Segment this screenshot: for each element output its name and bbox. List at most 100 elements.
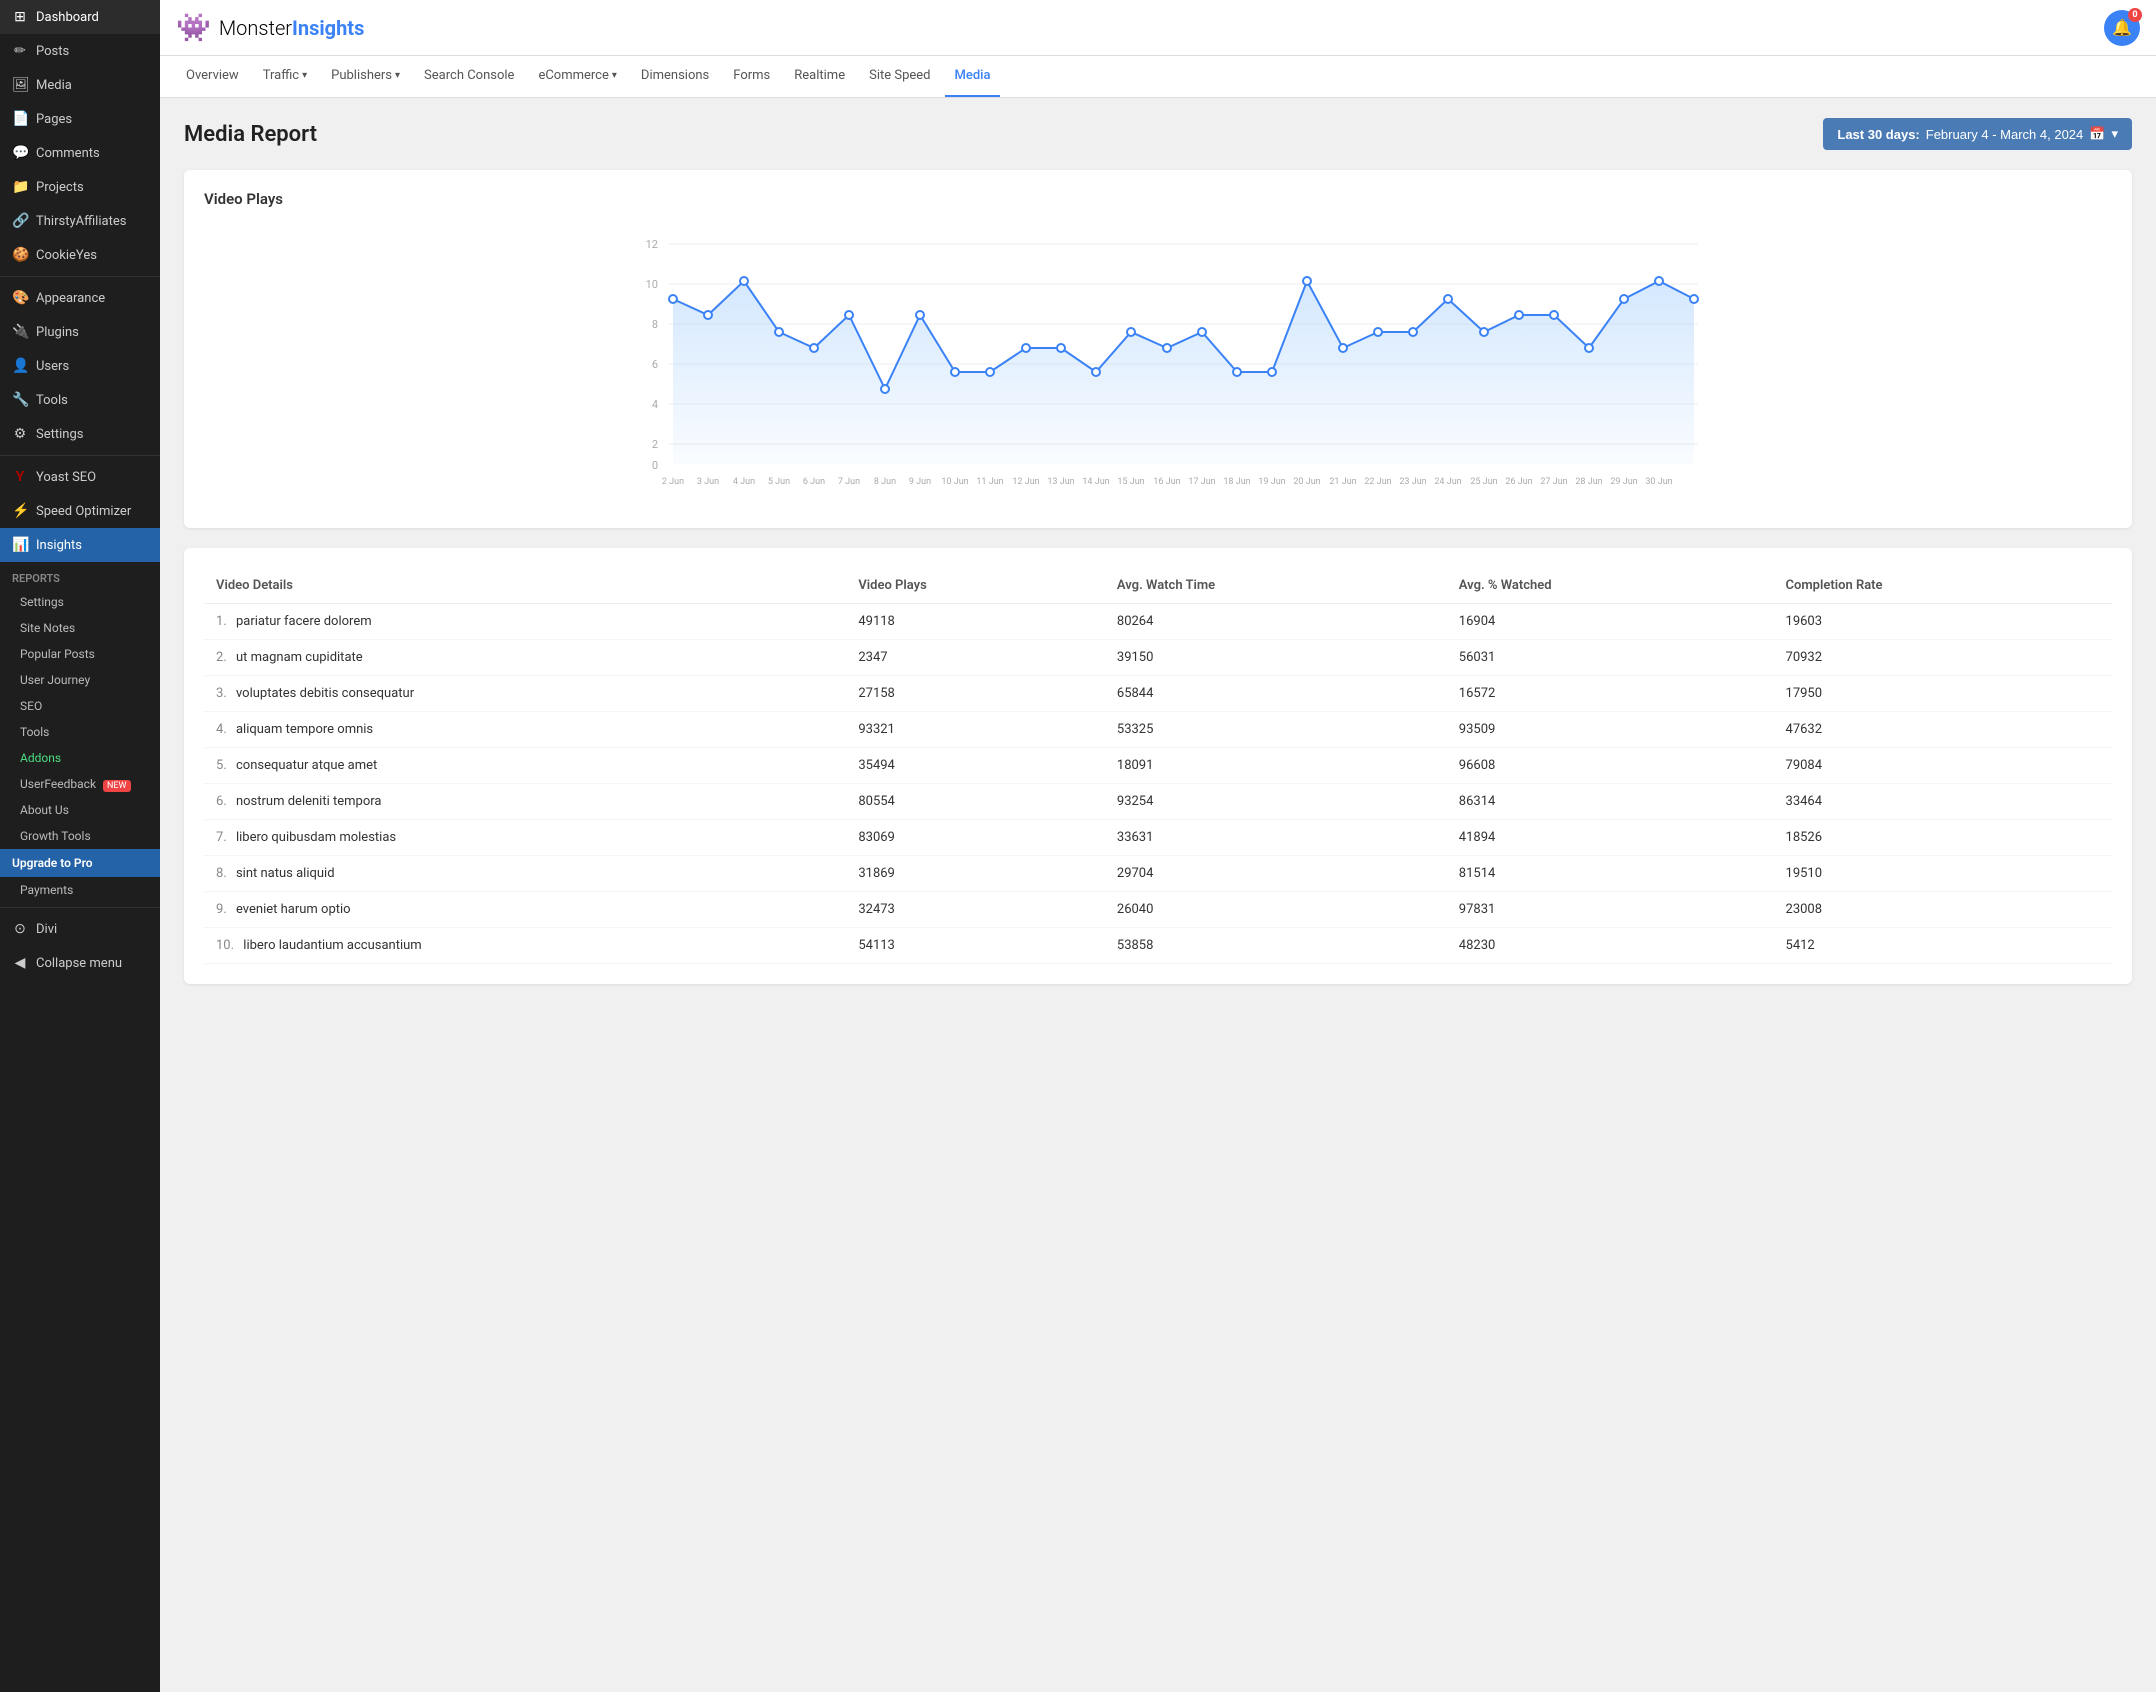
sidebar-item-media[interactable]: 🖼 Media [0, 68, 160, 102]
sidebar-sub-user-journey[interactable]: User Journey [0, 667, 160, 693]
sidebar-label-projects: Projects [36, 180, 84, 195]
sidebar-item-tools[interactable]: 🔧 Tools [0, 383, 160, 417]
cell-watch-time: 53325 [1105, 712, 1447, 748]
tab-dimensions-label: Dimensions [641, 68, 709, 83]
report-title: Media Report [184, 122, 317, 147]
divi-icon: ⊙ [12, 921, 28, 937]
tab-dimensions[interactable]: Dimensions [631, 56, 719, 97]
sidebar-item-posts[interactable]: ✏ Posts [0, 34, 160, 68]
sidebar-label-dashboard: Dashboard [36, 10, 99, 25]
tab-media[interactable]: Media [945, 56, 1001, 97]
notification-badge: 0 [2128, 8, 2142, 22]
sidebar-sub-popular-posts[interactable]: Popular Posts [0, 641, 160, 667]
tab-publishers[interactable]: Publishers ▾ [321, 56, 410, 97]
table-row: 4. aliquam tempore omnis 93321 53325 935… [204, 712, 2112, 748]
svg-text:10: 10 [646, 278, 658, 291]
sidebar-sub-settings[interactable]: Settings [0, 589, 160, 615]
sidebar-item-insights[interactable]: 📊 Insights [0, 528, 160, 562]
tab-realtime[interactable]: Realtime [784, 56, 855, 97]
cell-pct-watched: 86314 [1447, 784, 1774, 820]
sidebar-payments[interactable]: Payments [0, 877, 160, 903]
svg-text:23 Jun: 23 Jun [1399, 477, 1426, 487]
cell-completion: 70932 [1774, 640, 2112, 676]
tab-overview-label: Overview [186, 68, 239, 83]
tab-overview[interactable]: Overview [176, 56, 249, 97]
sidebar-item-dashboard[interactable]: ⊞ Dashboard [0, 0, 160, 34]
tools-icon: 🔧 [12, 392, 28, 408]
svg-text:6 Jun: 6 Jun [803, 477, 825, 487]
svg-text:28 Jun: 28 Jun [1575, 477, 1602, 487]
sidebar-sub-growth-tools[interactable]: Growth Tools [0, 823, 160, 849]
sidebar-item-pages[interactable]: 📄 Pages [0, 102, 160, 136]
sidebar-item-divi[interactable]: ⊙ Divi [0, 912, 160, 946]
row-number: 3. [216, 686, 227, 701]
sidebar-upgrade-pro[interactable]: Upgrade to Pro [0, 849, 160, 877]
svg-text:7 Jun: 7 Jun [838, 477, 860, 487]
cell-completion: 47632 [1774, 712, 2112, 748]
sidebar-item-projects[interactable]: 📁 Projects [0, 170, 160, 204]
svg-text:24 Jun: 24 Jun [1434, 477, 1461, 487]
svg-text:26 Jun: 26 Jun [1505, 477, 1532, 487]
tab-traffic[interactable]: Traffic ▾ [253, 56, 317, 97]
notification-bell[interactable]: 🔔 0 [2104, 10, 2140, 46]
cell-pct-watched: 93509 [1447, 712, 1774, 748]
date-range-prefix: Last 30 days: [1837, 127, 1919, 142]
nav-tabs: Overview Traffic ▾ Publishers ▾ Search C… [160, 56, 2156, 98]
sidebar-collapse[interactable]: ◀ Collapse menu [0, 946, 160, 980]
sidebar-item-yoast[interactable]: Y Yoast SEO [0, 460, 160, 494]
sidebar-sub-tools[interactable]: Tools [0, 719, 160, 745]
sidebar-sub-about-us[interactable]: About Us [0, 797, 160, 823]
tab-search-console-label: Search Console [424, 68, 514, 83]
video-plays-chart: 12 10 8 6 4 2 0 [204, 224, 2112, 504]
sidebar-item-settings[interactable]: ⚙ Settings [0, 417, 160, 451]
sidebar-sub-seo[interactable]: SEO [0, 693, 160, 719]
svg-text:9 Jun: 9 Jun [909, 477, 931, 487]
row-number: 8. [216, 866, 227, 881]
svg-text:6: 6 [652, 358, 658, 371]
sidebar-label-plugins: Plugins [36, 325, 79, 340]
sidebar-label-yoast: Yoast SEO [36, 470, 96, 485]
sidebar-item-plugins[interactable]: 🔌 Plugins [0, 315, 160, 349]
sidebar-item-comments[interactable]: 💬 Comments [0, 136, 160, 170]
svg-text:10 Jun: 10 Jun [941, 477, 968, 487]
svg-text:19 Jun: 19 Jun [1258, 477, 1285, 487]
cell-video-plays: 80554 [846, 784, 1105, 820]
cell-video-plays: 35494 [846, 748, 1105, 784]
sidebar-item-users[interactable]: 👤 Users [0, 349, 160, 383]
tab-media-label: Media [955, 68, 991, 83]
date-range-value: February 4 - March 4, 2024 [1926, 127, 2084, 142]
table-row: 8. sint natus aliquid 31869 29704 81514 … [204, 856, 2112, 892]
sidebar-item-appearance[interactable]: 🎨 Appearance [0, 281, 160, 315]
row-number: 5. [216, 758, 227, 773]
svg-text:12 Jun: 12 Jun [1012, 477, 1039, 487]
settings-icon: ⚙ [12, 426, 28, 442]
sidebar-label-appearance: Appearance [36, 291, 105, 306]
sidebar-sub-site-notes[interactable]: Site Notes [0, 615, 160, 641]
sidebar-label-insights: Insights [36, 538, 82, 553]
content-area: Media Report Last 30 days: February 4 - … [160, 98, 2156, 1692]
cell-video-detail: 2. ut magnam cupiditate [204, 640, 846, 676]
video-title: consequatur atque amet [236, 758, 377, 773]
sidebar-sub-addons[interactable]: Addons [0, 745, 160, 771]
tab-site-speed[interactable]: Site Speed [859, 56, 940, 97]
sidebar-sub-userfeedback[interactable]: UserFeedback NEW [0, 771, 160, 797]
cell-watch-time: 29704 [1105, 856, 1447, 892]
sidebar-item-cookieyes[interactable]: 🍪 CookieYes [0, 238, 160, 272]
row-number: 6. [216, 794, 227, 809]
svg-text:2 Jun: 2 Jun [662, 477, 684, 487]
svg-text:11 Jun: 11 Jun [976, 477, 1003, 487]
tab-ecommerce[interactable]: eCommerce ▾ [528, 56, 626, 97]
svg-text:17 Jun: 17 Jun [1188, 477, 1215, 487]
yoast-icon: Y [12, 469, 28, 485]
sidebar-item-speed[interactable]: ⚡ Speed Optimizer [0, 494, 160, 528]
media-icon: 🖼 [12, 77, 28, 93]
tab-forms[interactable]: Forms [723, 56, 780, 97]
date-range-button[interactable]: Last 30 days: February 4 - March 4, 2024… [1823, 118, 2132, 150]
cell-video-detail: 1. pariatur facere dolorem [204, 604, 846, 640]
tab-search-console[interactable]: Search Console [414, 56, 524, 97]
cell-video-detail: 9. eveniet harum optio [204, 892, 846, 928]
svg-text:4 Jun: 4 Jun [733, 477, 755, 487]
tab-forms-label: Forms [733, 68, 770, 83]
cell-video-detail: 4. aliquam tempore omnis [204, 712, 846, 748]
sidebar-item-thirsty[interactable]: 🔗 ThirstyAffiliates [0, 204, 160, 238]
